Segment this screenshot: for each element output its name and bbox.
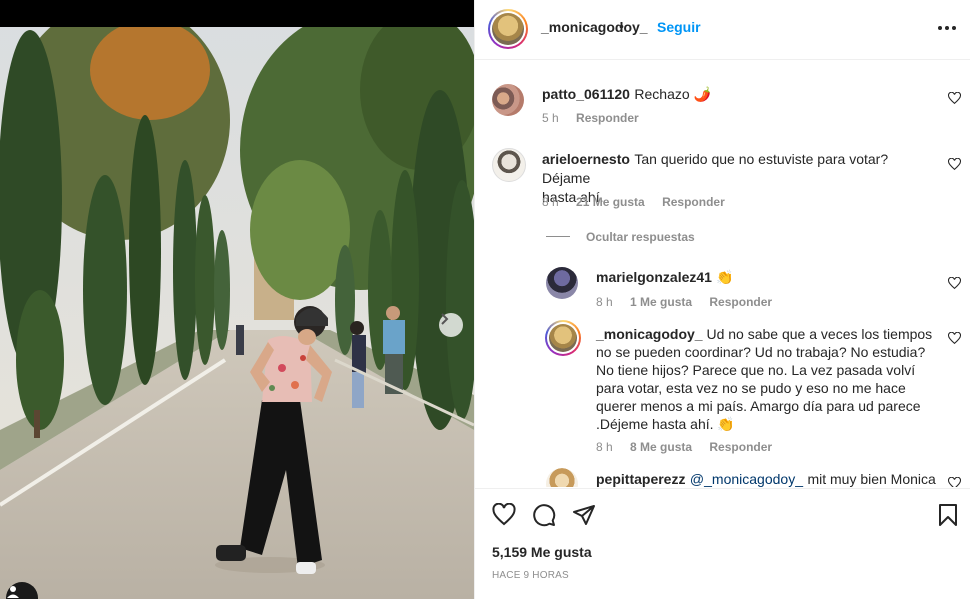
comment-username[interactable]: arieloernesto — [542, 151, 630, 167]
separator-dot: • — [619, 18, 624, 34]
avatar[interactable] — [546, 267, 578, 299]
photo-top-bar — [0, 0, 474, 27]
reply-text-line: .Déjeme hasta ahí. 👏 — [596, 416, 735, 432]
reply-button[interactable]: Responder — [662, 195, 725, 209]
reply-button[interactable]: Responder — [709, 440, 772, 454]
reply-likes-count[interactable]: 8 Me gusta — [630, 440, 692, 454]
chevron-right-icon — [441, 313, 449, 325]
avatar[interactable] — [492, 148, 526, 182]
heart-icon[interactable] — [948, 477, 961, 487]
reply-text: 👏 — [716, 269, 734, 285]
reply-text-line: No tiene hijos? Parece que no. La vez pa… — [596, 362, 916, 378]
reply-item: marielgonzalez41 👏 8 h 1 Me gusta Respon… — [475, 260, 970, 310]
reply-username[interactable]: _monicagodoy_ — [596, 326, 703, 342]
post-photo — [0, 0, 474, 599]
like-heart-icon[interactable] — [492, 503, 516, 527]
reply-likes-count[interactable]: 1 Me gusta — [630, 295, 692, 309]
comment-item: arieloernesto Tan querido que no estuvis… — [475, 140, 970, 220]
comment-icon[interactable] — [532, 503, 556, 527]
reply-button[interactable]: Responder — [709, 295, 772, 309]
post-header: _monicagodoy_ • Seguir — [475, 0, 970, 60]
photo-scene — [0, 0, 474, 599]
reply-item: pepittaperezz @_monicagodoy_ mit muy bie… — [475, 465, 970, 487]
avatar — [492, 13, 524, 45]
avatar[interactable] — [546, 468, 578, 487]
hide-replies-button[interactable]: Ocultar respuestas — [586, 230, 695, 244]
avatar-ring[interactable] — [545, 320, 581, 356]
reply-item-author: _monicagodoy_ Ud no sabe que a veces los… — [475, 315, 970, 465]
author-avatar-ring[interactable] — [488, 9, 528, 49]
user-tag-icon — [7, 586, 19, 598]
comment-username[interactable]: patto_061120 — [542, 86, 630, 102]
next-photo-button[interactable] — [439, 313, 463, 337]
more-icon[interactable] — [937, 18, 957, 38]
comments-list: patto_061120 Rechazo 🌶️ 5 h Responder ar… — [475, 60, 970, 487]
post-actions-bar: 5,159 Me gusta HACE 9 HORAS — [475, 488, 970, 600]
avatar — [549, 324, 577, 352]
avatar[interactable] — [492, 84, 524, 116]
likes-count[interactable]: 5,159 Me gusta — [492, 544, 592, 560]
reply-username[interactable]: pepittaperezz — [596, 471, 685, 487]
comment-time[interactable]: 5 h — [542, 111, 559, 125]
reply-text: mit muy bien Monica — [807, 471, 936, 487]
heart-icon[interactable] — [948, 277, 961, 290]
comment-item: patto_061120 Rechazo 🌶️ 5 h Responder — [475, 60, 970, 140]
comment-text: Rechazo 🌶️ — [634, 86, 711, 102]
follow-button[interactable]: Seguir — [657, 19, 701, 35]
post-side-panel: _monicagodoy_ • Seguir patto_061120 Rech… — [474, 0, 970, 599]
hide-replies-line — [546, 236, 570, 237]
comment-time[interactable]: 8 h — [542, 195, 559, 209]
post-time-ago[interactable]: HACE 9 HORAS — [492, 570, 569, 581]
reply-text-line: querer menos a mi país. Amargo día para … — [596, 398, 921, 414]
reply-text-line: Ud no sabe que a veces los tiempos — [706, 326, 933, 342]
reply-time[interactable]: 8 h — [596, 295, 613, 309]
reply-username[interactable]: marielgonzalez41 — [596, 269, 712, 285]
comment-likes-count[interactable]: 21 Me gusta — [576, 195, 645, 209]
reply-text-line: no se pueden coordinar? Ud no trabaja? N… — [596, 344, 926, 360]
author-username[interactable]: _monicagodoy_ — [541, 19, 648, 35]
heart-icon[interactable] — [948, 92, 961, 105]
heart-icon[interactable] — [948, 158, 961, 171]
mention-link[interactable]: @_monicagodoy_ — [690, 471, 803, 487]
share-icon[interactable] — [572, 503, 596, 527]
reply-button[interactable]: Responder — [576, 111, 639, 125]
reply-time[interactable]: 8 h — [596, 440, 613, 454]
bookmark-icon[interactable] — [937, 503, 959, 527]
reply-text-line: para votar, esta vez no se pudo y eso no… — [596, 380, 906, 396]
heart-icon[interactable] — [948, 332, 961, 345]
